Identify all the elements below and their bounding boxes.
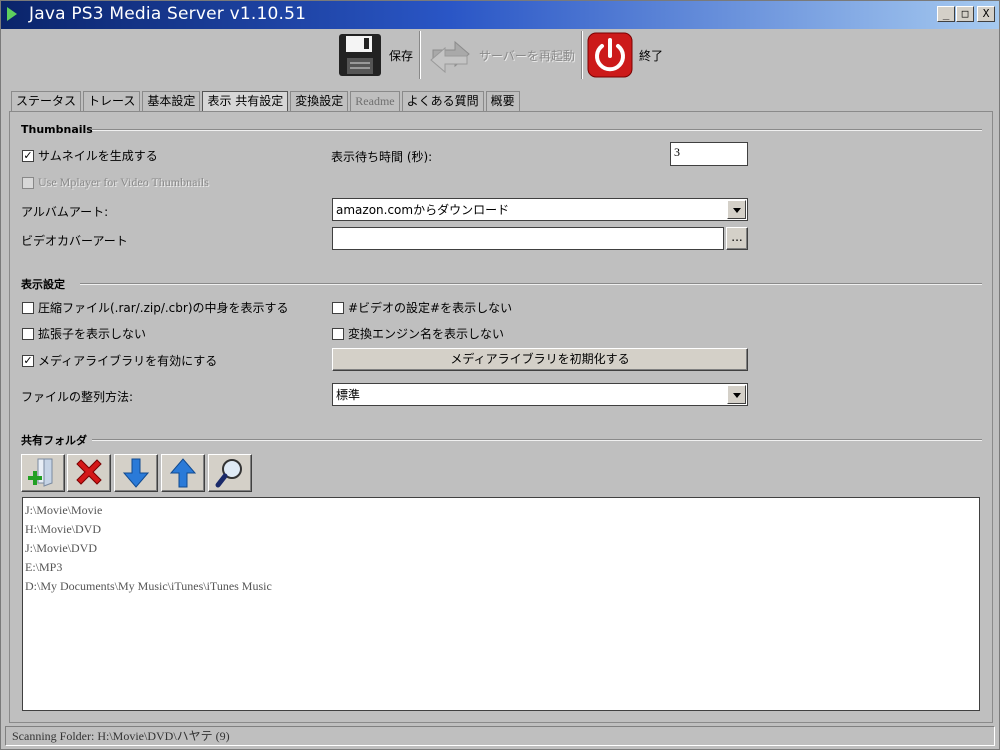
settings-panel: Thumbnails ✓ サムネイルを生成する 表示待ち時間 (秒): 3 Us…: [9, 111, 993, 723]
mplayer-thumbnails-checkbox[interactable]: [22, 176, 34, 189]
album-art-value: amazon.comからダウンロード: [336, 203, 510, 217]
sort-method-select[interactable]: 標準: [332, 383, 748, 406]
list-item[interactable]: J:\Movie\Movie: [25, 501, 977, 520]
show-compressed-option[interactable]: 圧縮ファイル(.rar/.zip/.cbr)の中身を表示する: [22, 299, 289, 316]
video-cover-label: ビデオカバーアート: [21, 234, 128, 248]
chevron-down-icon[interactable]: [727, 200, 746, 219]
hide-video-settings-label: #ビデオの設定#を表示しない: [348, 301, 513, 315]
reset-media-library-button[interactable]: メディアライブラリを初期化する: [332, 348, 748, 371]
maximize-button[interactable]: □: [956, 6, 974, 22]
save-label: 保存: [389, 48, 414, 63]
album-art-label: アルバムアート:: [21, 205, 109, 219]
mplayer-thumbnails-label: Use Mplayer for Video Thumbnails: [38, 175, 209, 189]
quit-button[interactable]: 終了: [587, 29, 663, 81]
shared-folders-section-title: 共有フォルダ: [21, 434, 87, 447]
hide-video-settings-checkbox[interactable]: [332, 301, 344, 314]
section-divider: [92, 439, 982, 441]
section-divider: [80, 283, 982, 285]
main-window: Java PS3 Media Server v1.10.51 _ □ X 保存 …: [0, 0, 1000, 750]
list-item[interactable]: D:\My Documents\My Music\iTunes\iTunes M…: [25, 577, 977, 596]
album-art-select[interactable]: amazon.comからダウンロード: [332, 198, 748, 221]
add-folder-icon: [28, 458, 53, 487]
hide-engine-label: 変換エンジン名を表示しない: [348, 327, 505, 341]
tab-trace[interactable]: トレース: [83, 91, 141, 111]
search-icon: [215, 459, 242, 488]
media-library-checkbox[interactable]: ✓: [22, 354, 34, 367]
list-item[interactable]: H:\Movie\DVD: [25, 520, 977, 539]
remove-icon: [76, 459, 102, 485]
media-library-label: メディアライブラリを有効にする: [38, 354, 218, 368]
move-down-button[interactable]: [114, 454, 158, 492]
status-bar: Scanning Folder: H:\Movie\DVD\ハヤテ (9): [5, 726, 995, 746]
add-folder-button[interactable]: [21, 454, 65, 492]
video-cover-input[interactable]: [332, 227, 724, 250]
tab-status[interactable]: ステータス: [11, 91, 82, 111]
save-icon: [339, 34, 381, 76]
list-item[interactable]: E:\MP3: [25, 558, 977, 577]
toolbar-separator: [581, 31, 583, 79]
minimize-button[interactable]: _: [937, 6, 955, 22]
power-icon: [587, 32, 633, 78]
tab-about[interactable]: 概要: [485, 91, 520, 111]
tab-readme[interactable]: Readme: [350, 91, 400, 111]
show-compressed-label: 圧縮ファイル(.rar/.zip/.cbr)の中身を表示する: [38, 301, 289, 315]
restart-label: サーバーを再起動: [479, 48, 575, 63]
hide-extension-checkbox[interactable]: [22, 327, 34, 340]
hide-extension-option[interactable]: 拡張子を表示しない: [22, 325, 146, 342]
hide-extension-label: 拡張子を表示しない: [38, 327, 147, 341]
wait-time-label: 表示待ち時間 (秒):: [331, 150, 433, 164]
display-section-title: 表示設定: [21, 278, 65, 291]
sort-method-value: 標準: [336, 388, 361, 402]
window-title: Java PS3 Media Server v1.10.51: [29, 4, 307, 24]
tab-faq[interactable]: よくある質問: [401, 91, 484, 111]
media-library-option[interactable]: ✓ メディアライブラリを有効にする: [22, 352, 217, 369]
toolbar-separator: [419, 31, 421, 79]
thumbnails-section-title: Thumbnails: [21, 123, 93, 136]
section-divider: [92, 129, 982, 131]
hide-engine-option[interactable]: 変換エンジン名を表示しない: [332, 325, 504, 342]
tab-transcoding[interactable]: 変換設定: [290, 91, 349, 111]
show-compressed-checkbox[interactable]: [22, 301, 34, 314]
app-icon: [7, 7, 17, 21]
move-up-button[interactable]: [161, 454, 205, 492]
restart-server-button[interactable]: サーバーを再起動: [427, 29, 575, 81]
browse-button[interactable]: ...: [726, 227, 748, 250]
move-down-icon: [122, 458, 150, 488]
hide-video-settings-option[interactable]: #ビデオの設定#を表示しない: [332, 299, 512, 316]
title-bar[interactable]: Java PS3 Media Server v1.10.51 _ □ X: [1, 1, 999, 29]
quit-label: 終了: [639, 48, 664, 63]
mplayer-thumbnails-option[interactable]: Use Mplayer for Video Thumbnails: [22, 175, 209, 190]
generate-thumbnails-option[interactable]: ✓ サムネイルを生成する: [22, 147, 158, 164]
tab-general[interactable]: 基本設定: [142, 91, 201, 111]
search-folder-button[interactable]: [208, 454, 252, 492]
tab-bar: ステータス トレース 基本設定 表示 共有設定 変換設定 Readme よくある…: [11, 91, 522, 111]
list-item[interactable]: J:\Movie\DVD: [25, 539, 977, 558]
generate-thumbnails-label: サムネイルを生成する: [38, 149, 158, 163]
hide-engine-checkbox[interactable]: [332, 327, 344, 340]
close-button[interactable]: X: [977, 6, 995, 22]
restart-icon: [430, 40, 470, 74]
move-up-icon: [169, 458, 197, 488]
shared-folders-list[interactable]: J:\Movie\Movie H:\Movie\DVD J:\Movie\DVD…: [22, 497, 980, 711]
remove-folder-button[interactable]: [67, 454, 111, 492]
save-button[interactable]: 保存: [337, 29, 413, 81]
tab-navigation-share[interactable]: 表示 共有設定: [202, 91, 289, 111]
chevron-down-icon[interactable]: [727, 385, 746, 404]
sort-method-label: ファイルの整列方法:: [21, 390, 134, 404]
wait-time-input[interactable]: 3: [670, 142, 748, 166]
generate-thumbnails-checkbox[interactable]: ✓: [22, 149, 34, 162]
